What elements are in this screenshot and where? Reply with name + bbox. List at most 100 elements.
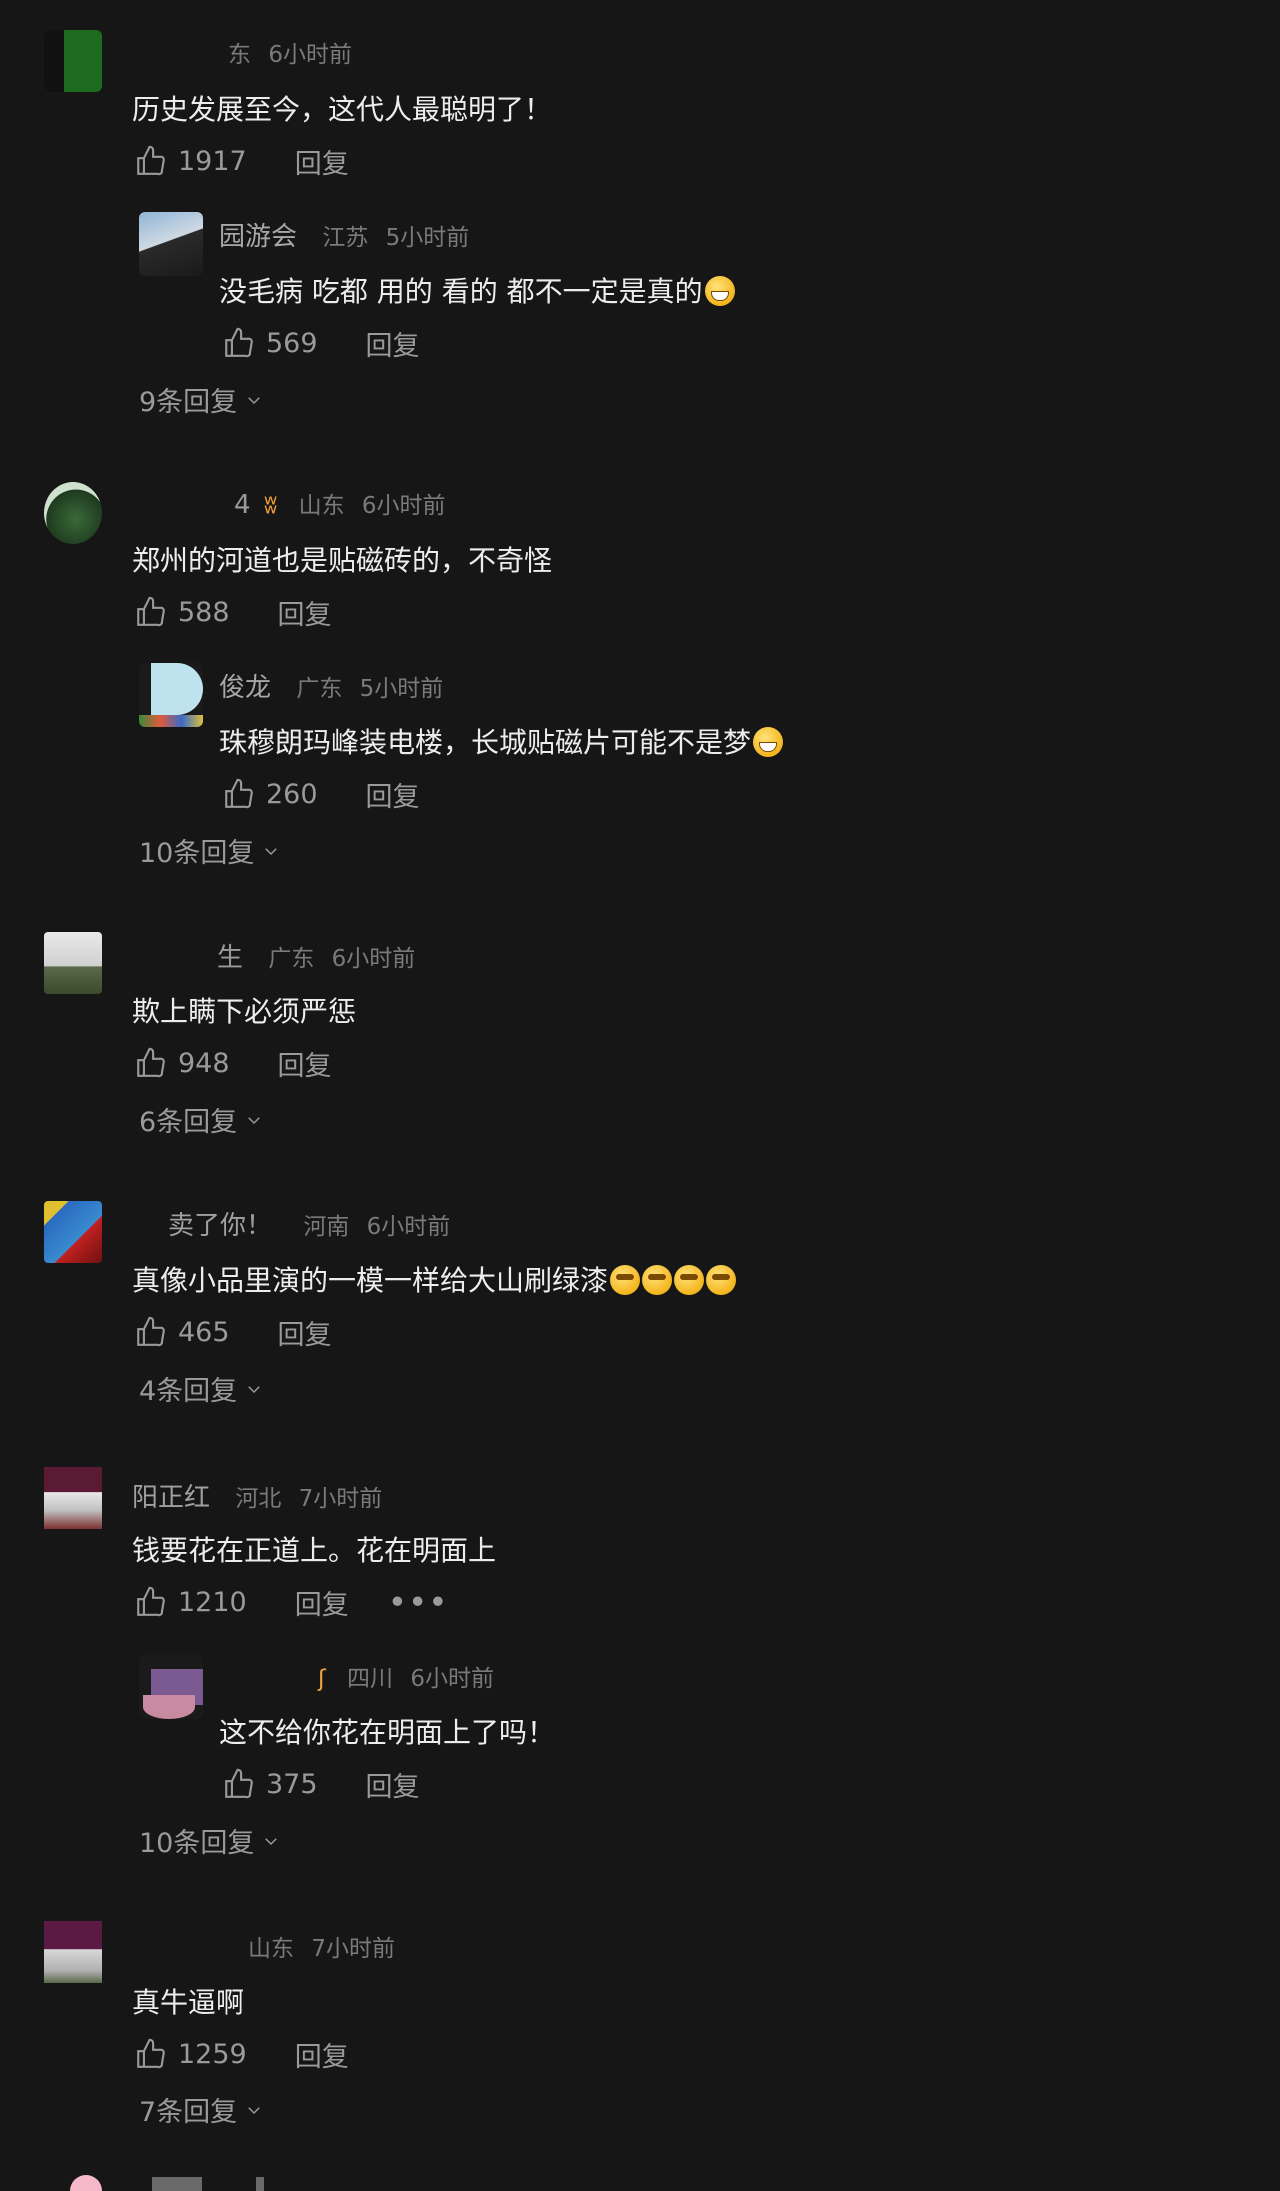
reply-text: 没毛病 吃都 用的 看的 都不一定是真的 (219, 270, 735, 310)
avatar[interactable] (44, 1467, 102, 1529)
region-label: 东 (228, 42, 251, 68)
region-label: 江苏 (322, 225, 369, 251)
laugh-cry-emoji-icon (674, 1265, 705, 1295)
laugh-cry-emoji-icon (642, 1265, 673, 1295)
comment-text-body: 真像小品里演的一模一样给大山刷绿漆 (132, 1264, 609, 1297)
comment-meta: 山东 7小时前 (132, 1929, 395, 1963)
reply-nickname[interactable]: 俊龙 (219, 673, 271, 703)
reply-button[interactable]: 回复 (366, 775, 420, 814)
timestamp: 7小时前 (298, 1486, 383, 1512)
reply-button[interactable]: 回复 (278, 593, 332, 632)
avatar[interactable] (44, 30, 102, 92)
timestamp: 6小时前 (331, 946, 416, 972)
comment-actions: 588 回复 (134, 592, 332, 632)
reply-button[interactable]: 回复 (366, 324, 420, 363)
timestamp: 6小时前 (366, 1214, 451, 1240)
expand-replies-button[interactable]: 7条回复 (139, 2090, 263, 2129)
nickname[interactable]: 卖了你！ (168, 1211, 272, 1241)
like-button[interactable]: 1210 (134, 1585, 247, 1619)
avatar[interactable] (139, 663, 203, 727)
chevron-down-icon (248, 1116, 260, 1124)
thumbs-up-icon (225, 778, 253, 809)
reply-nickname[interactable]: 园游会 (219, 222, 297, 252)
thumbs-up-icon (225, 1768, 253, 1799)
comment-actions: 1259 回复 (134, 2034, 349, 2074)
comment-text: 钱要花在正道上。花在明面上 (132, 1534, 497, 1567)
reply-button[interactable]: 回复 (278, 1044, 332, 1083)
thumbs-up-icon (137, 2038, 165, 2069)
comment-text: 欺上瞒下必须严惩 (132, 995, 357, 1028)
expand-replies-label: 9条回复 (139, 387, 238, 418)
avatar[interactable] (139, 1655, 203, 1719)
comment-meta: 东 6小时前 (228, 35, 352, 69)
reply-button[interactable]: 回复 (278, 1313, 332, 1352)
more-options-button[interactable]: ••• (389, 1587, 450, 1618)
laugh-cry-emoji-icon (610, 1265, 641, 1295)
chevron-down-icon (248, 1385, 260, 1393)
expand-replies-button[interactable]: 9条回复 (139, 380, 263, 419)
grin-emoji-icon (704, 276, 735, 306)
like-button[interactable]: 1259 (134, 2037, 247, 2071)
grin-emoji-icon (753, 727, 784, 757)
region-label: 广东 (268, 946, 315, 972)
timestamp: 5小时前 (359, 676, 444, 702)
comment-text: 真像小品里演的一模一样给大山刷绿漆 (132, 1259, 737, 1299)
chevron-down-icon (248, 2106, 260, 2114)
reply-meta: ʃ 四川 6小时前 (318, 1659, 494, 1693)
thumbs-up-icon (225, 327, 253, 358)
like-count: 569 (266, 327, 318, 359)
reply-button[interactable]: 回复 (295, 142, 349, 181)
expand-replies-button[interactable]: 10条回复 (139, 831, 280, 870)
nickname[interactable]: 阳正红 (132, 1483, 210, 1513)
like-button[interactable]: 569 (222, 326, 318, 360)
like-button[interactable]: 465 (134, 1315, 230, 1349)
avatar[interactable] (44, 482, 102, 544)
avatar[interactable] (70, 2175, 102, 2191)
chevron-down-icon (248, 396, 260, 404)
like-button[interactable]: 948 (134, 1046, 230, 1080)
like-button[interactable]: 375 (222, 1767, 318, 1801)
timestamp: 6小时前 (410, 1666, 494, 1692)
reply-button[interactable]: 回复 (366, 1765, 420, 1804)
region-label: 山东 (248, 1936, 294, 1962)
like-count: 1210 (178, 1586, 247, 1618)
avatar[interactable] (44, 1201, 102, 1263)
like-button[interactable]: 1917 (134, 144, 247, 178)
nickname[interactable]: 生 (217, 943, 243, 973)
like-button[interactable]: 260 (222, 777, 318, 811)
reply-text: 珠穆朗玛峰装电楼，长城贴磁片可能不是梦 (219, 721, 784, 761)
like-count: 1917 (178, 145, 247, 177)
comment-meta: 阳正红 河北 7小时前 (132, 1477, 382, 1514)
nickname[interactable]: 4 (234, 490, 251, 520)
timestamp: 6小时前 (361, 493, 446, 519)
expand-replies-label: 7条回复 (139, 2097, 238, 2128)
comment-meta: 生 广东 6小时前 (217, 937, 415, 974)
thumbs-up-icon (137, 1047, 165, 1078)
avatar[interactable] (44, 1921, 102, 1983)
reply-button[interactable]: 回复 (295, 2035, 349, 2074)
region-label: 河北 (235, 1486, 282, 1512)
laugh-cry-emoji-icon (706, 1265, 737, 1295)
comment-actions: 1210 回复 ••• (134, 1582, 450, 1622)
comment-text: 郑州的河道也是贴磁砖的，不奇怪 (132, 544, 553, 577)
reply-actions: 375 回复 (222, 1764, 420, 1804)
region-label: 河南 (303, 1214, 350, 1240)
expand-replies-button[interactable]: 4条回复 (139, 1369, 263, 1408)
expand-replies-button[interactable]: 10条回复 (139, 1821, 280, 1860)
avatar[interactable] (44, 932, 102, 994)
thumbs-up-icon (137, 596, 165, 627)
expand-replies-button[interactable]: 6条回复 (139, 1100, 263, 1139)
like-count: 588 (178, 596, 230, 628)
nickname-preview (256, 2177, 264, 2191)
region-label: 广东 (296, 676, 343, 702)
badge-icon: ʃ (318, 1666, 326, 1692)
avatar[interactable] (139, 212, 203, 276)
comment-text: 历史发展至今，这代人最聪明了！ (132, 93, 553, 126)
reply-meta: 园游会 江苏 5小时前 (219, 216, 469, 253)
reply-actions: 569 回复 (222, 323, 420, 363)
timestamp: 5小时前 (385, 225, 470, 251)
reply-button[interactable]: 回复 (295, 1583, 349, 1622)
reply-text: 这不给你花在明面上了吗！ (219, 1716, 556, 1749)
expand-replies-label: 4条回复 (139, 1376, 238, 1407)
like-button[interactable]: 588 (134, 595, 230, 629)
